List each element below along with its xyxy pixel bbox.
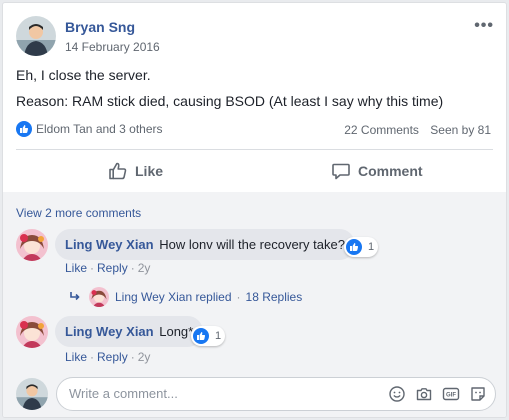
comment-reaction-count: 1 — [215, 330, 222, 342]
like-button[interactable]: Like — [108, 161, 163, 181]
comment-reply-link[interactable]: Reply — [97, 350, 128, 364]
author-name[interactable]: Bryan Sng — [65, 19, 135, 35]
current-user-avatar — [16, 378, 48, 410]
comment-reactions[interactable]: 1 — [191, 326, 226, 346]
speech-bubble-icon — [332, 163, 350, 180]
comments-count[interactable]: 22 Comments — [344, 123, 419, 137]
comment-reaction-count: 1 — [368, 241, 375, 253]
replies-count: 18 Replies — [245, 290, 303, 304]
commenter-avatar[interactable] — [16, 316, 48, 348]
comment-button[interactable]: Comment — [331, 161, 423, 181]
comment-text: Long* — [159, 324, 194, 339]
like-reaction-icon — [193, 328, 209, 344]
comment-like-link[interactable]: Like — [65, 350, 87, 364]
comment-actions: Like · Reply · 2y — [65, 261, 151, 275]
comment-composer: GIF — [56, 377, 496, 411]
comment-bubble: Ling Wey Xian Long* — [55, 316, 204, 347]
thumbs-up-icon — [109, 162, 127, 180]
comment-like-link[interactable]: Like — [65, 261, 87, 275]
camera-icon[interactable] — [415, 385, 433, 403]
replies-summary[interactable]: Ling Wey Xian replied · 18 Replies — [69, 287, 302, 307]
comment-input[interactable] — [69, 386, 369, 401]
comment-time[interactable]: 2y — [138, 261, 151, 275]
post-stats: 22 Comments Seen by 81 — [344, 123, 491, 137]
comments-section: View 2 more comments Ling Wey Xian How l… — [3, 192, 506, 417]
comment-author[interactable]: Ling Wey Xian — [65, 324, 154, 339]
emoji-icon[interactable] — [388, 385, 406, 403]
author-avatar[interactable] — [16, 16, 56, 56]
comment-reply-link[interactable]: Reply — [97, 261, 128, 275]
comment-author[interactable]: Ling Wey Xian — [65, 237, 154, 252]
post-card: Bryan Sng 14 February 2016 ••• Eh, I clo… — [2, 2, 507, 418]
more-options-icon[interactable]: ••• — [474, 17, 494, 35]
replies-text: Ling Wey Xian replied — [115, 290, 232, 304]
sticker-icon[interactable] — [469, 385, 487, 403]
reactions-text: Eldom Tan and 3 others — [36, 122, 163, 136]
commenter-avatar[interactable] — [16, 229, 48, 261]
reply-arrow-icon — [70, 292, 80, 301]
comment-time[interactable]: 2y — [138, 350, 151, 364]
replier-avatar — [89, 287, 109, 307]
svg-text:GIF: GIF — [446, 393, 456, 399]
post-text-line-2: Reason: RAM stick died, causing BSOD (At… — [16, 93, 444, 109]
reactions-summary[interactable]: Eldom Tan and 3 others — [16, 121, 163, 137]
like-reaction-icon — [346, 239, 362, 255]
comment-label: Comment — [358, 163, 423, 179]
comment-actions: Like · Reply · 2y — [65, 350, 151, 364]
view-more-comments-link[interactable]: View 2 more comments — [16, 206, 141, 220]
composer-icons: GIF — [388, 385, 487, 403]
divider — [16, 149, 493, 150]
like-label: Like — [135, 163, 164, 179]
comment-bubble: Ling Wey Xian How lonv will the recovery… — [55, 229, 355, 260]
gif-icon[interactable]: GIF — [442, 385, 460, 403]
comment-text: How lonv will the recovery take? — [159, 237, 345, 252]
like-reaction-icon — [16, 121, 32, 137]
comment-reactions[interactable]: 1 — [344, 237, 379, 257]
seen-by-count[interactable]: Seen by 81 — [430, 123, 491, 137]
post-text-line-1: Eh, I close the server. — [16, 67, 151, 83]
post-date[interactable]: 14 February 2016 — [65, 40, 160, 54]
